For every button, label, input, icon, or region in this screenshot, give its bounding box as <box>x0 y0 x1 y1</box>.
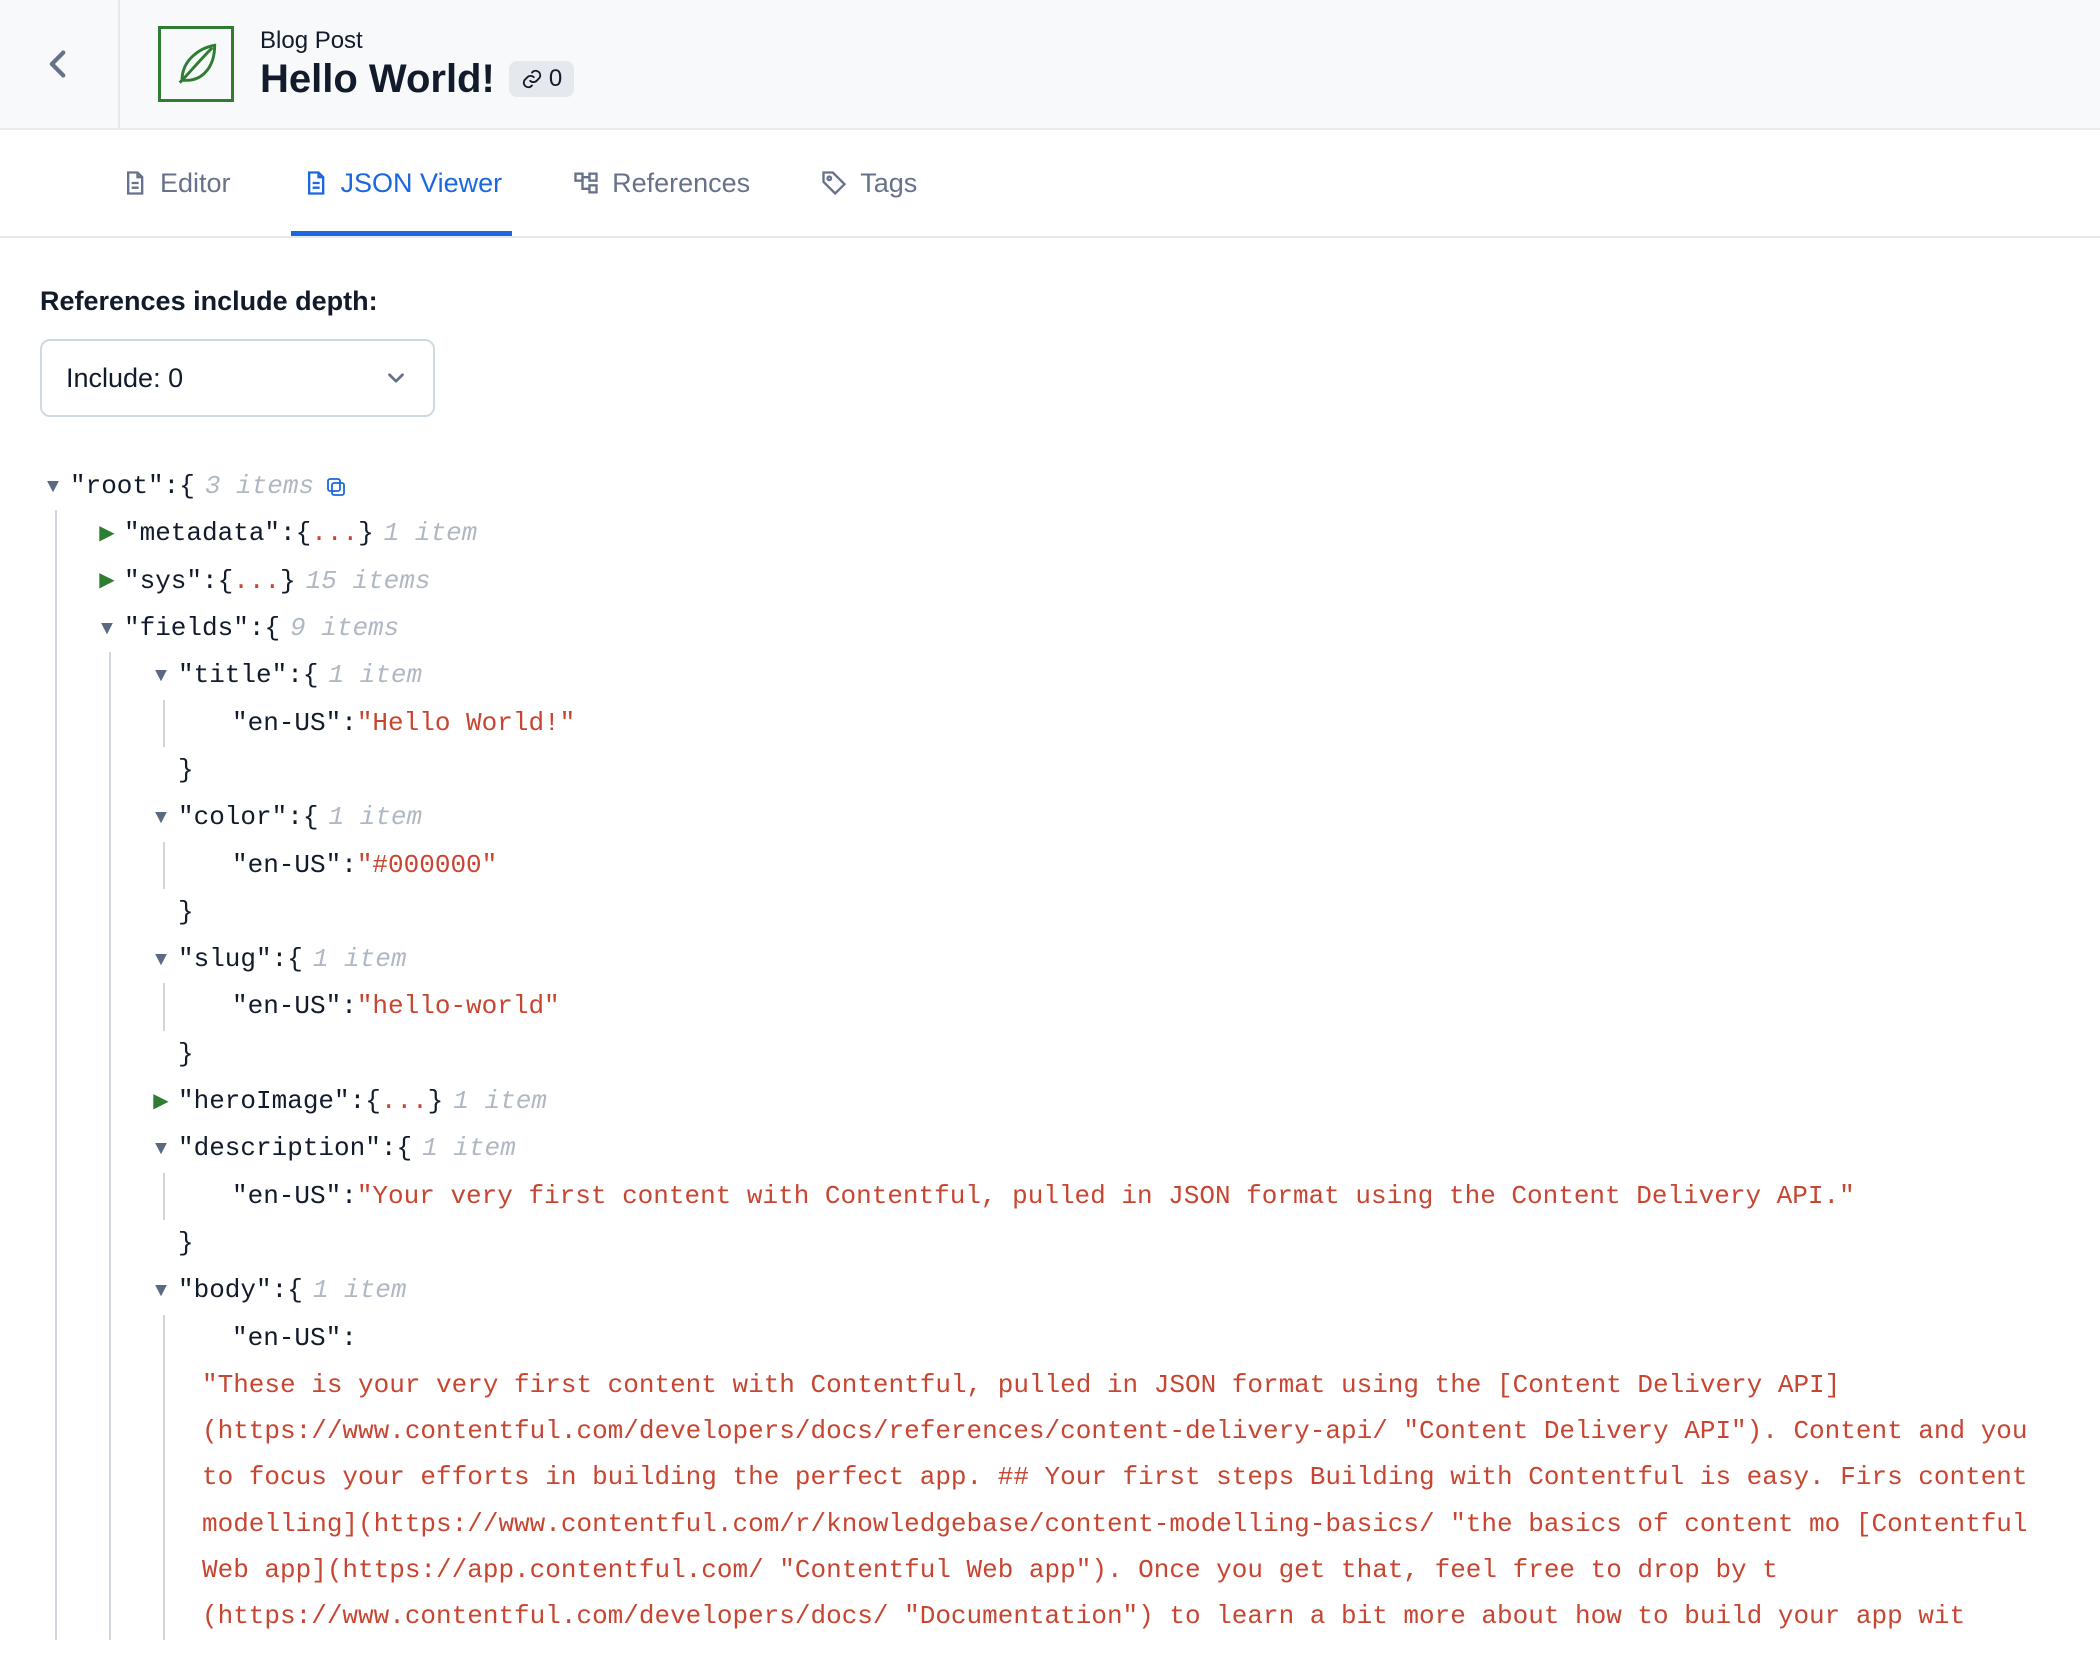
json-meta: 9 items <box>290 605 399 652</box>
json-key: "en-US" <box>232 842 341 889</box>
depth-select[interactable]: Include: 0 <box>40 339 435 417</box>
json-key: "slug" <box>178 936 272 983</box>
header-main: Blog Post Hello World! 0 <box>120 26 574 102</box>
json-key: "en-US" <box>232 700 341 747</box>
references-count: 0 <box>549 65 562 93</box>
json-tree: "root" : { 3 items "metadata" : {...} 1 … <box>40 463 2060 1640</box>
json-key: "en-US" <box>232 1173 341 1220</box>
toggle-icon[interactable] <box>40 478 66 498</box>
json-key: "body" <box>178 1267 272 1314</box>
chevron-down-icon <box>383 365 409 391</box>
toggle-icon[interactable] <box>148 667 174 687</box>
tag-icon <box>820 169 848 197</box>
content-type-icon <box>158 26 234 102</box>
json-meta: 1 item <box>328 794 422 841</box>
tab-tags[interactable]: Tags <box>820 130 917 236</box>
json-node-description[interactable]: "description" : { 1 item <box>148 1125 2060 1172</box>
toggle-icon[interactable] <box>148 1282 174 1302</box>
json-value: "Your very first content with Contentful… <box>357 1173 1855 1220</box>
link-icon <box>521 68 543 90</box>
json-key: "metadata" <box>124 510 280 557</box>
json-node-metadata[interactable]: "metadata" : {...} 1 item <box>94 510 2060 557</box>
entry-icon <box>301 169 329 197</box>
json-key: "en-US" <box>232 1315 341 1362</box>
json-meta: 1 item <box>328 652 422 699</box>
json-leaf: "en-US" : "hello-world" <box>202 983 2060 1030</box>
json-node-body[interactable]: "body" : { 1 item <box>148 1267 2060 1314</box>
tab-references-label: References <box>612 168 750 199</box>
json-node-fields[interactable]: "fields" : { 9 items <box>94 605 2060 652</box>
json-key: "heroImage" <box>178 1078 350 1125</box>
tab-tags-label: Tags <box>860 168 917 199</box>
references-icon <box>572 169 600 197</box>
json-leaf: "en-US" : <box>202 1315 2060 1362</box>
json-key: "sys" <box>124 558 202 605</box>
json-node-heroimage[interactable]: "heroImage" : {...} 1 item <box>148 1078 2060 1125</box>
copy-button[interactable] <box>324 475 348 499</box>
json-meta: 1 item <box>313 1267 407 1314</box>
toggle-icon[interactable] <box>148 951 174 971</box>
json-key: "en-US" <box>232 983 341 1030</box>
tab-editor-label: Editor <box>160 168 231 199</box>
json-meta: 1 item <box>453 1078 547 1125</box>
json-meta: 1 item <box>422 1125 516 1172</box>
tab-references[interactable]: References <box>572 130 750 236</box>
json-value: "hello-world" <box>357 983 560 1030</box>
json-value: "#000000" <box>357 842 497 889</box>
json-node-color[interactable]: "color" : { 1 item <box>148 794 2060 841</box>
json-key: "description" <box>178 1125 381 1172</box>
json-node-title[interactable]: "title" : { 1 item <box>148 652 2060 699</box>
json-meta: 1 item <box>384 510 478 557</box>
tab-json-viewer[interactable]: JSON Viewer <box>301 130 503 236</box>
json-leaf: "en-US" : "Hello World!" <box>202 700 2060 747</box>
json-meta: 15 items <box>306 558 431 605</box>
tab-editor[interactable]: Editor <box>120 130 231 236</box>
depth-label: References include depth: <box>40 286 2060 317</box>
chevron-left-icon <box>42 47 76 81</box>
json-meta: 1 item <box>313 936 407 983</box>
content-type-label: Blog Post <box>260 27 574 55</box>
json-value: "Hello World!" <box>357 700 575 747</box>
json-leaf: "en-US" : "Your very first content with … <box>202 1173 2060 1220</box>
json-key: "title" <box>178 652 287 699</box>
json-value: "These is your very first content with C… <box>202 1362 2060 1640</box>
toggle-icon[interactable] <box>94 572 120 592</box>
json-node-root[interactable]: "root" : { 3 items <box>40 463 2060 510</box>
json-leaf: "en-US" : "#000000" <box>202 842 2060 889</box>
back-button[interactable] <box>0 0 120 128</box>
content-area: References include depth: Include: 0 "ro… <box>0 238 2100 1680</box>
depth-select-value: Include: 0 <box>66 363 183 394</box>
tab-json-viewer-label: JSON Viewer <box>341 168 503 199</box>
page-title: Hello World! <box>260 57 495 102</box>
json-key: "color" <box>178 794 287 841</box>
leaf-icon <box>168 36 224 92</box>
references-chip[interactable]: 0 <box>509 61 574 97</box>
entry-icon <box>120 169 148 197</box>
toggle-icon[interactable] <box>94 525 120 545</box>
header-bar: Blog Post Hello World! 0 <box>0 0 2100 130</box>
toggle-icon[interactable] <box>148 1140 174 1160</box>
toggle-icon[interactable] <box>94 620 120 640</box>
toggle-icon[interactable] <box>148 809 174 829</box>
tabs: Editor JSON Viewer References Tags <box>0 130 2100 238</box>
json-key: "fields" <box>124 605 249 652</box>
json-node-sys[interactable]: "sys" : {...} 15 items <box>94 558 2060 605</box>
json-node-slug[interactable]: "slug" : { 1 item <box>148 936 2060 983</box>
toggle-icon[interactable] <box>148 1093 174 1113</box>
json-meta: 3 items <box>205 463 314 510</box>
json-key: "root" <box>70 463 164 510</box>
